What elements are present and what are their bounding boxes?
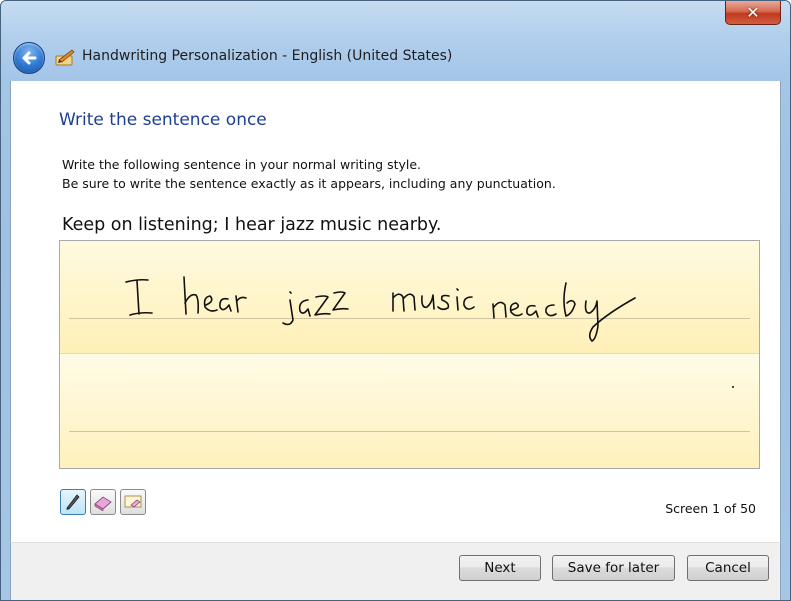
back-arrow-icon — [22, 51, 37, 65]
title-bar: ✕ Handwriting Personalization - English … — [1, 1, 790, 81]
content-panel: Write the sentence once Write the follow… — [10, 81, 781, 542]
writing-pad[interactable] — [59, 240, 760, 469]
handwriting-ink — [125, 276, 734, 388]
back-button[interactable] — [13, 42, 45, 74]
eraser-icon — [94, 496, 112, 511]
wizard-window: ✕ Handwriting Personalization - English … — [0, 0, 791, 601]
ink-tools — [60, 489, 146, 517]
pen-icon — [66, 494, 80, 510]
page-heading: Write the sentence once — [59, 110, 267, 130]
save-for-later-button[interactable]: Save for later — [552, 555, 675, 581]
next-button[interactable]: Next — [459, 555, 541, 581]
clear-tool-button[interactable] — [120, 489, 146, 515]
instruction-line-1: Write the following sentence in your nor… — [62, 157, 422, 172]
close-icon: ✕ — [746, 3, 760, 22]
handwriting-app-icon — [55, 49, 75, 66]
eraser-tool-button[interactable] — [90, 489, 116, 515]
clear-ink-icon — [124, 495, 142, 508]
close-button[interactable]: ✕ — [725, 1, 781, 25]
pen-tool-button[interactable] — [60, 489, 86, 515]
screen-counter: Screen 1 of 50 — [665, 501, 756, 516]
instruction-line-2: Be sure to write the sentence exactly as… — [62, 176, 556, 191]
sample-sentence: Keep on listening; I hear jazz music nea… — [62, 215, 442, 235]
button-bar: Next Save for later Cancel — [10, 542, 781, 600]
window-title: Handwriting Personalization - English (U… — [82, 48, 453, 64]
cancel-button[interactable]: Cancel — [687, 555, 769, 581]
